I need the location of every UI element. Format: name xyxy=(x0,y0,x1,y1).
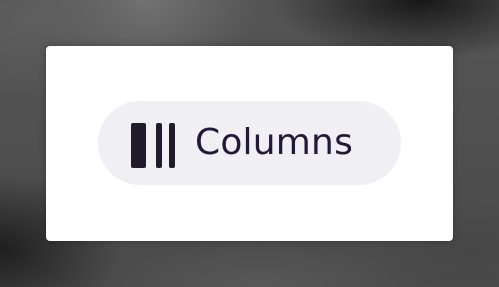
preview-card: Columns xyxy=(46,46,453,241)
column-bar-1 xyxy=(131,123,146,168)
column-bar-2 xyxy=(156,123,162,168)
columns-button[interactable]: Columns xyxy=(98,101,401,185)
view-columns-icon xyxy=(131,123,175,168)
column-bar-3 xyxy=(169,123,175,168)
columns-button-label: Columns xyxy=(195,122,354,163)
